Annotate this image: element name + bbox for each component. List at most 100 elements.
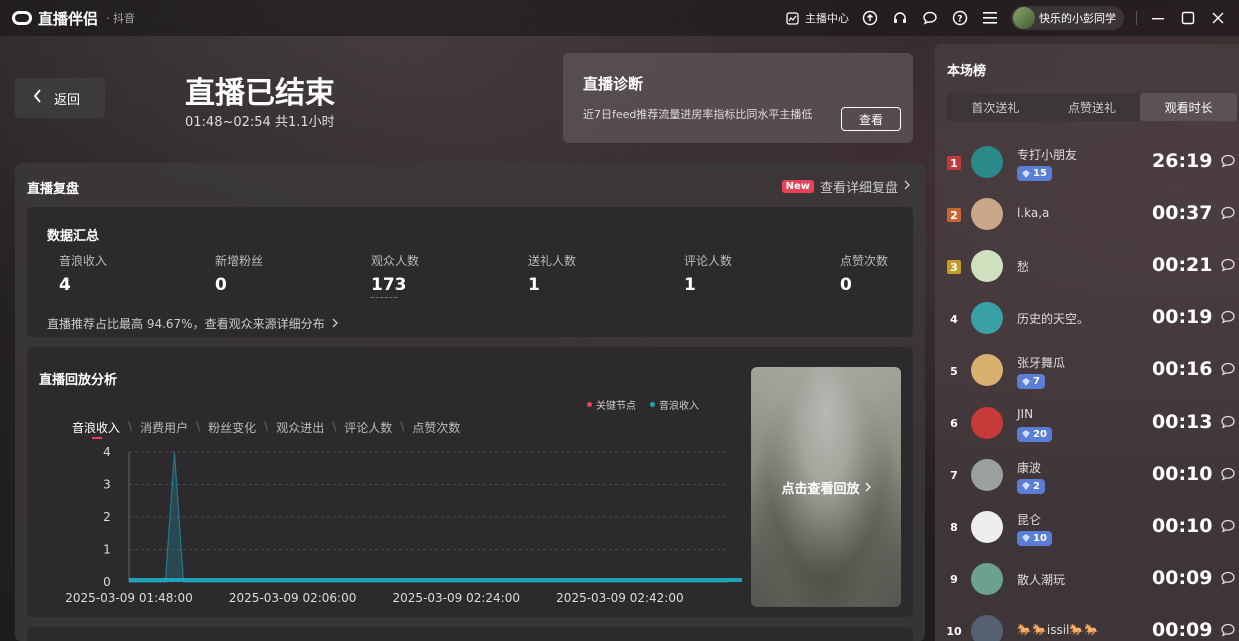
stat-label: 观众人数: [371, 254, 420, 268]
message-icon[interactable]: [921, 9, 939, 27]
headset-icon[interactable]: [891, 9, 909, 27]
leaderboard-title: 本场榜: [947, 64, 987, 79]
watch-duration: 26:19: [1152, 150, 1213, 172]
comment-icon[interactable]: [1220, 205, 1236, 221]
tab-commenters[interactable]: 评论人数: [344, 419, 400, 436]
chart-tabs: 音浪收入 \ 消费用户 \ 粉丝变化 \ 观众进出 \ 评论人数 \ 点赞次数: [72, 419, 468, 439]
title-bar: 直播伴侣 · 抖音 主播中心 ? 快乐的小彭同学: [0, 0, 1239, 36]
comment-icon[interactable]: [1220, 570, 1236, 586]
stat-label: 评论人数: [684, 254, 733, 268]
stat-viewers[interactable]: 观众人数 173: [371, 252, 419, 298]
stat-value: 1: [528, 275, 540, 295]
avatar[interactable]: [971, 562, 1003, 595]
fan-level-badge: 2: [1017, 478, 1045, 494]
leaderboard-row[interactable]: 4 历史的天空。 00:19: [935, 294, 1239, 346]
diagnosis-view-button[interactable]: 查看: [841, 107, 901, 131]
audience-source-link[interactable]: 直播推荐占比最高 94.67%，查看观众来源详细分布: [47, 315, 339, 332]
new-badge: New: [781, 180, 814, 193]
leaderboard-row[interactable]: 1 专打小朋友 15 26:19: [935, 138, 1239, 190]
leaderboard-row[interactable]: 3 愁 00:21: [935, 242, 1239, 294]
comment-icon[interactable]: [1220, 309, 1236, 325]
replay-thumbnail[interactable]: 点击查看回放: [751, 367, 901, 607]
leaderboard-row[interactable]: 7 康波 2 00:10: [935, 451, 1239, 503]
window-divider: [1136, 11, 1137, 25]
upload-icon[interactable]: [861, 9, 879, 27]
leaderboard-row[interactable]: 8 昆仑 10 00:10: [935, 503, 1239, 555]
app-platform: · 抖音: [106, 12, 136, 25]
avatar[interactable]: [971, 354, 1003, 387]
comment-icon[interactable]: [1220, 153, 1236, 169]
tab-watch-time[interactable]: 观看时长: [1140, 93, 1238, 121]
viewer-name: JIN: [1017, 406, 1034, 421]
comment-icon[interactable]: [1220, 518, 1236, 534]
y-tick-label: 1: [103, 543, 111, 557]
replay-label: 点击查看回放: [781, 481, 860, 497]
comment-icon[interactable]: [1220, 622, 1236, 638]
comment-icon[interactable]: [1220, 414, 1236, 430]
x-tick-label: 2025-03-09 02:24:00: [393, 591, 520, 605]
chevron-right-icon: [904, 179, 910, 194]
tab-first-gift[interactable]: 首次送礼: [947, 93, 1044, 121]
avatar[interactable]: [971, 458, 1003, 491]
stat-label: 点赞次数: [840, 254, 889, 268]
diamond-icon: [1022, 377, 1030, 386]
leaderboard-row[interactable]: 10 🐎🐎issil🐎🐎 00:09: [935, 607, 1239, 641]
username: 快乐的小彭同学: [1039, 12, 1116, 25]
minimize-icon[interactable]: [1149, 9, 1167, 27]
maximize-icon[interactable]: [1179, 9, 1197, 27]
watch-duration: 00:13: [1152, 410, 1213, 433]
back-button[interactable]: 返回: [15, 78, 105, 118]
help-icon[interactable]: ?: [951, 9, 969, 27]
legend-income: 音浪收入: [650, 397, 699, 412]
tab-like-gift[interactable]: 点赞送礼: [1044, 93, 1141, 121]
close-icon[interactable]: [1209, 9, 1227, 27]
fan-level-badge: 10: [1017, 530, 1052, 546]
stat-commenters[interactable]: 评论人数 1: [684, 252, 732, 295]
data-summary-card: 数据汇总 音浪收入 4 新增粉丝 0 观众人数 173 送礼人数 1 评论人数 …: [27, 207, 913, 337]
rank-number: 7: [950, 469, 958, 483]
avatar[interactable]: [971, 302, 1003, 335]
leaderboard-row[interactable]: 9 散人潮玩 00:09: [935, 555, 1239, 607]
summary-title: 数据汇总: [47, 229, 100, 244]
comment-icon[interactable]: [1220, 466, 1236, 482]
tab-separator: \: [332, 419, 337, 433]
avatar[interactable]: [971, 406, 1003, 439]
avatar[interactable]: [971, 146, 1003, 178]
page-title: 直播已结束: [185, 76, 335, 111]
user-profile-button[interactable]: 快乐的小彭同学: [1011, 6, 1124, 30]
leaderboard-panel: 本场榜 首次送礼 点赞送礼 观看时长 1 专打小朋友 15 26:19 2 l.ka,a 0…: [935, 44, 1239, 641]
watch-duration: 00:16: [1152, 358, 1213, 381]
live-time-range: 01:48~02:54 共1.1小时: [185, 115, 335, 130]
y-tick-label: 3: [103, 478, 111, 492]
tab-viewer-flow[interactable]: 观众进出: [276, 419, 332, 436]
rank-number: 3: [947, 260, 961, 275]
tab-paying-users[interactable]: 消费用户: [140, 419, 196, 436]
leaderboard-row[interactable]: 2 l.ka,a 00:37: [935, 190, 1239, 242]
avatar[interactable]: [971, 510, 1003, 543]
leaderboard-row[interactable]: 6 JIN 20 00:13: [935, 399, 1239, 451]
stat-label: 送礼人数: [528, 254, 577, 268]
watch-duration: 00:10: [1152, 514, 1213, 537]
tab-likes[interactable]: 点赞次数: [412, 419, 468, 436]
leaderboard-row[interactable]: 5 张牙舞瓜 7 00:16: [935, 346, 1239, 398]
stat-likes[interactable]: 点赞次数 0: [840, 252, 888, 295]
avatar[interactable]: [971, 614, 1003, 641]
avatar[interactable]: [971, 250, 1003, 283]
stat-new-fans[interactable]: 新增粉丝 0: [215, 252, 263, 295]
avatar[interactable]: [971, 198, 1003, 231]
tab-separator: \: [400, 419, 405, 433]
viewer-name: 康波: [1017, 460, 1042, 475]
rank-number: 8: [950, 521, 958, 535]
viewer-name: 🐎🐎issil🐎🐎: [1017, 622, 1100, 637]
anchor-center-button[interactable]: 主播中心: [783, 9, 849, 27]
tab-fan-change[interactable]: 粉丝变化: [208, 419, 264, 436]
detail-review-link[interactable]: New 查看详细复盘: [781, 177, 910, 196]
stat-value: 4: [59, 275, 71, 295]
menu-icon[interactable]: [981, 9, 999, 27]
stat-diamond-income[interactable]: 音浪收入 4: [59, 252, 107, 295]
income-chart[interactable]: 4 3 2 1 0 2025-03-09 01:48:00 2025-03-09 02:06…: [27, 437, 747, 612]
comment-icon[interactable]: [1220, 257, 1236, 273]
comment-icon[interactable]: [1220, 361, 1236, 377]
tab-diamond-income[interactable]: 音浪收入: [72, 419, 128, 439]
stat-gifters[interactable]: 送礼人数 1: [528, 252, 576, 295]
